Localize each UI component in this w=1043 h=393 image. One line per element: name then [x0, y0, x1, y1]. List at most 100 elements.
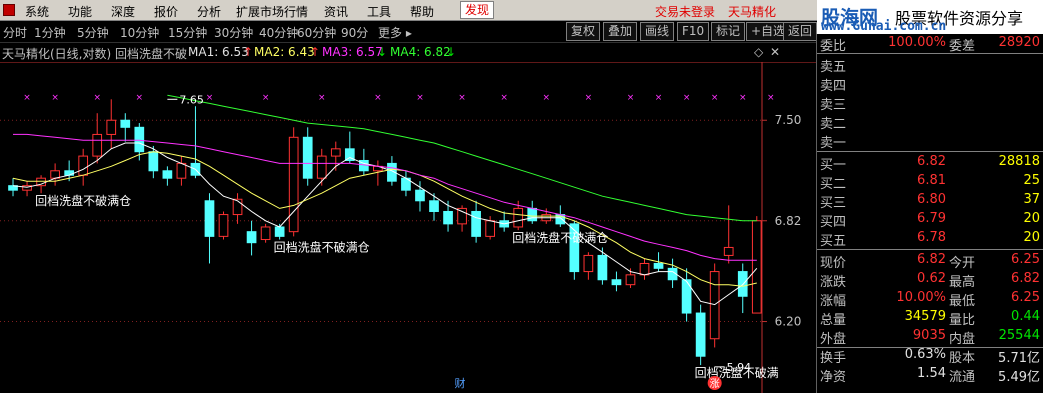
candle-body [513, 207, 524, 228]
candle-body [120, 119, 131, 128]
candle-body [64, 170, 74, 176]
sell1-label: 卖一 [820, 136, 847, 151]
f10-button[interactable]: F10 [677, 22, 710, 41]
ma1-value: MA1: 6.53 [188, 45, 249, 59]
candle-body [148, 151, 159, 172]
stat-label: 今开 [949, 256, 976, 271]
candle-body [106, 119, 117, 135]
stat-label: 现价 [820, 256, 847, 271]
ma2-value: MA2: 6.43 [254, 45, 315, 59]
stat-value: 10.00% [896, 290, 946, 305]
period-1min[interactable]: 1分钟 [34, 24, 66, 41]
sell5-row: 卖五 [817, 55, 1043, 75]
finance-marker: 财 [455, 376, 466, 390]
candlestick-chart[interactable]: 7.506.826.20× × × × × × × × × × × × × × × × × × ×7.655.94回… [0, 62, 816, 393]
period-90min[interactable]: 90分 [341, 24, 368, 41]
candle-body [471, 210, 481, 237]
period-60min[interactable]: 60分钟 [297, 24, 336, 41]
stat-label: 涨幅 [820, 294, 847, 309]
period-tick[interactable]: 分时 [3, 24, 27, 41]
sell5-label: 卖五 [820, 60, 847, 75]
sell2-label: 卖二 [820, 117, 847, 132]
trade-login-status[interactable]: 交易未登录 [655, 3, 715, 20]
period-5min[interactable]: 5分钟 [77, 24, 109, 41]
stat-label: 外盘 [820, 332, 847, 347]
mark-button[interactable]: 标记 [711, 22, 746, 41]
stat-value: 1.54 [917, 366, 946, 381]
weibi-label: 委比 [820, 39, 847, 54]
period-10min[interactable]: 10分钟 [120, 24, 159, 41]
divider [817, 53, 1043, 54]
candle-body [751, 220, 762, 314]
candle-body [681, 279, 692, 314]
buy2-row[interactable]: 买二 6.81 25 [817, 172, 1043, 192]
buy3-row[interactable]: 买三 6.80 37 [817, 191, 1043, 211]
y-tick-label: 6.20 [775, 315, 802, 329]
stat-value: 6.25 [1011, 290, 1040, 305]
stat-value: 25544 [998, 328, 1040, 343]
stat-row: 换手 0.63% 股本 5.71亿 [817, 346, 1043, 366]
sell3-label: 卖三 [820, 98, 847, 113]
weicha-value: 28920 [998, 35, 1040, 50]
candle-body [232, 198, 243, 216]
high-price-label: 7.65 [179, 93, 204, 106]
period-30min[interactable]: 30分钟 [214, 24, 253, 41]
menu-function[interactable]: 功能 [68, 3, 92, 20]
cross-marker: × [711, 93, 719, 103]
buy5-label: 买五 [820, 234, 847, 249]
buy5-row[interactable]: 买五 6.78 20 [817, 229, 1043, 249]
buy1-price: 6.82 [917, 154, 946, 169]
close-icon[interactable]: ✕ [770, 45, 780, 59]
stat-row: 总量 34579 量比 0.44 [817, 308, 1043, 328]
diamond-icon[interactable]: ◇ [754, 45, 763, 59]
overlay-button[interactable]: 叠加 [603, 22, 638, 41]
chart-title: 天马精化(日线,对数) 回档洗盘不破 [2, 47, 187, 61]
menu-help[interactable]: 帮助 [410, 3, 434, 20]
cross-marker: × [374, 93, 382, 103]
stat-value: 0.63% [904, 347, 946, 362]
cross-marker: × [93, 93, 101, 103]
buy2-price: 6.81 [917, 173, 946, 188]
period-more[interactable]: 更多 ▸ [378, 24, 412, 41]
cross-marker: × [585, 93, 593, 103]
menu-extended-market[interactable]: 扩展市场行情 [236, 3, 308, 20]
menu-info[interactable]: 资讯 [324, 3, 348, 20]
stat-label: 最低 [949, 294, 976, 309]
menu-quote[interactable]: 报价 [154, 3, 178, 20]
menu-analysis[interactable]: 分析 [197, 3, 221, 20]
cross-marker: × [655, 93, 663, 103]
cross-marker: × [416, 93, 424, 103]
stat-label: 股本 [949, 351, 976, 366]
y-tick-label: 7.50 [775, 113, 802, 127]
ma4-value: MA4: 6.82 [390, 45, 451, 59]
stat-value: 5.71亿 [998, 351, 1040, 366]
buy1-label: 买一 [820, 158, 847, 173]
period-15min[interactable]: 15分钟 [168, 24, 207, 41]
buy5-volume: 20 [1023, 230, 1040, 245]
menu-depth[interactable]: 深度 [111, 3, 135, 20]
period-40min[interactable]: 40分钟 [259, 24, 298, 41]
draw-line-button[interactable]: 画线 [640, 22, 675, 41]
restore-rights-button[interactable]: 复权 [566, 22, 601, 41]
cross-marker: × [500, 93, 508, 103]
cross-marker: × [206, 93, 214, 103]
menu-tools[interactable]: 工具 [367, 3, 391, 20]
buy1-row[interactable]: 买一 6.82 28818 [817, 153, 1043, 173]
candle-body [625, 274, 636, 286]
menu-system[interactable]: 系统 [25, 3, 49, 20]
candle-body [260, 226, 271, 241]
cross-marker: × [51, 93, 59, 103]
sell4-row: 卖四 [817, 74, 1043, 94]
buy4-row[interactable]: 买四 6.79 20 [817, 210, 1043, 230]
ma1-arrow-icon: ↑ [243, 45, 254, 59]
stat-row: 净资 1.54 流通 5.49亿 [817, 365, 1043, 385]
candle-body [639, 262, 650, 276]
stat-value: 9035 [912, 328, 946, 343]
ma3-arrow-icon: ↓ [377, 45, 388, 59]
cross-marker: × [739, 93, 747, 103]
back-button[interactable]: 返回 [783, 22, 818, 41]
buy3-label: 买三 [820, 196, 847, 211]
candle-body [709, 271, 720, 340]
buy2-volume: 25 [1023, 173, 1040, 188]
menu-discover[interactable]: 发现 [460, 1, 495, 19]
